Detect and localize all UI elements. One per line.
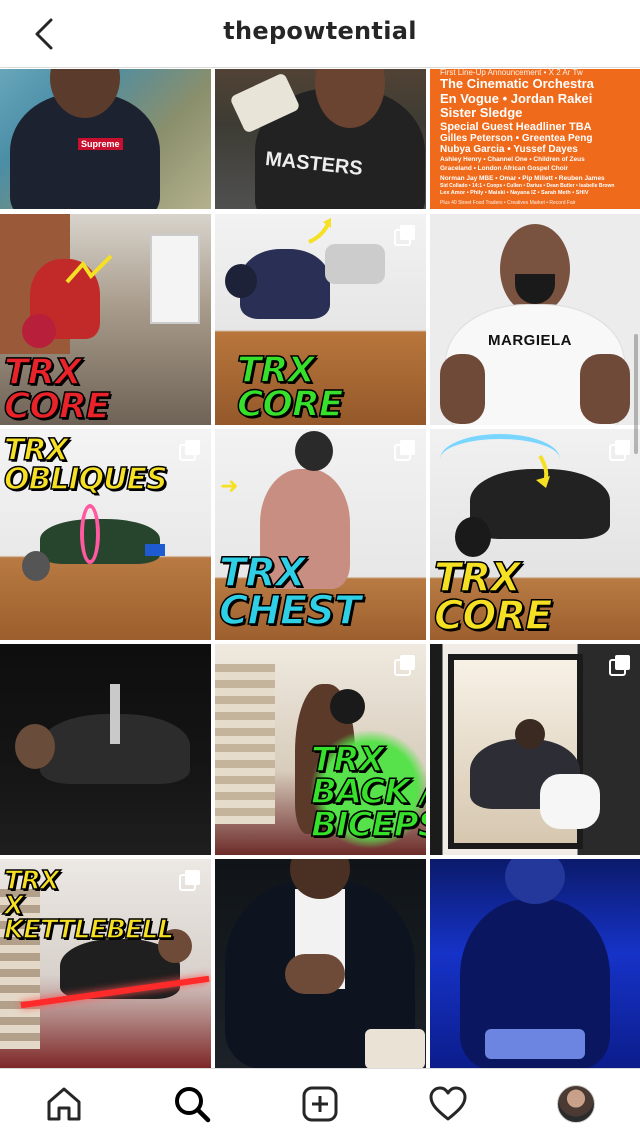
multiple-photos-icon — [609, 655, 630, 676]
post-tile[interactable]: MARGIELA — [430, 214, 640, 425]
post-tile[interactable]: TRX OBLIQUES — [0, 429, 211, 640]
poster-small-line: Lex Amor • Phily • Maiski • Nayana IZ • … — [440, 189, 589, 196]
poster-line: Gilles Peterson • Greentea Peng — [440, 132, 593, 144]
poster-header: First Line-Up Announcement • X 2 Ar Tw — [440, 69, 583, 77]
poster-line: En Vogue • Jordan Rakei — [440, 90, 593, 106]
post-tile[interactable]: Supreme — [0, 69, 211, 209]
poster-line: Nubya Garcia • Yussef Dayes — [440, 144, 578, 156]
multiple-photos-icon — [179, 870, 200, 891]
post-tile[interactable] — [430, 644, 640, 855]
trx-overlay-text: TRX CHEST — [218, 550, 362, 634]
post-tile[interactable]: First Line-Up Announcement • X 2 Ar Tw T… — [430, 69, 640, 209]
post-grid-absolute: Supreme MASTERS First Line-Up Announceme… — [0, 69, 640, 1068]
multiple-photos-icon — [179, 440, 200, 461]
post-tile[interactable]: TRXBACK /BICEPS — [215, 644, 426, 855]
profile-avatar — [557, 1084, 595, 1123]
trx-overlay-text: TRX CORE — [433, 555, 553, 639]
poster-line: Sister Sledge — [440, 105, 523, 121]
bottom-tab-bar — [0, 1068, 640, 1138]
activity-heart-icon — [429, 1086, 467, 1120]
poster-footer: Plus 40 Street Food Traders • Creatives … — [440, 200, 576, 207]
post-tile[interactable] — [430, 859, 640, 1068]
tab-search[interactable] — [160, 1074, 224, 1134]
trx-overlay-text: TRX CORE — [3, 352, 111, 425]
post-tile[interactable]: TRX CORE — [430, 429, 640, 640]
poster-small-line: Sid Collado • 14:1 • Coops • Cullen • Da… — [440, 182, 615, 189]
post-tile[interactable] — [0, 644, 211, 855]
trx-overlay-text: TRX X KETTLEBELL — [3, 866, 175, 946]
poster-line: The Cinematic Orchestra — [440, 76, 594, 91]
margiela-shirt-text: MARGIELA — [488, 332, 572, 349]
arrow-icon — [536, 454, 550, 488]
arrow-icon — [308, 218, 331, 244]
trx-overlay-text: TRX CORE — [236, 350, 344, 425]
supreme-logo-text: Supreme — [78, 138, 123, 150]
tab-new-post[interactable] — [288, 1074, 352, 1134]
lightning-icon — [65, 254, 113, 284]
arrow-icon: ➜ — [220, 474, 239, 499]
multiple-photos-icon — [394, 655, 415, 676]
scrollbar[interactable] — [634, 334, 638, 454]
post-tile[interactable]: TRX X KETTLEBELL — [0, 859, 211, 1068]
home-icon — [47, 1087, 81, 1120]
poster-small-line: Norman Jay MBE • Omar • Pip Millett • Re… — [440, 174, 605, 182]
multiple-photos-icon — [394, 225, 415, 246]
tab-home[interactable] — [32, 1074, 96, 1134]
post-tile[interactable]: ➜ TRX CHEST — [215, 429, 426, 640]
tab-activity[interactable] — [416, 1074, 480, 1134]
multiple-photos-icon — [394, 440, 415, 461]
new-post-icon — [302, 1086, 338, 1121]
festival-lineup-poster: First Line-Up Announcement • X 2 Ar Tw T… — [430, 69, 640, 209]
post-tile[interactable]: TRX CORE — [0, 214, 211, 425]
trx-overlay-text: TRXBACK /BICEPS — [310, 740, 426, 845]
poster-small-line: Graceland • London African Gospel Choir — [440, 165, 569, 173]
trx-overlay-text: TRX OBLIQUES — [3, 433, 168, 497]
post-tile[interactable]: TRX CORE — [215, 214, 426, 425]
poster-line: Special Guest Headliner TBA — [440, 120, 592, 133]
tab-profile[interactable] — [544, 1074, 608, 1134]
post-tile[interactable] — [215, 859, 426, 1068]
post-tile[interactable]: MASTERS — [215, 69, 426, 209]
poster-small-line: Ashley Henry • Channel One • Children of… — [440, 156, 585, 164]
search-icon — [175, 1086, 211, 1122]
multiple-photos-icon — [609, 440, 630, 461]
